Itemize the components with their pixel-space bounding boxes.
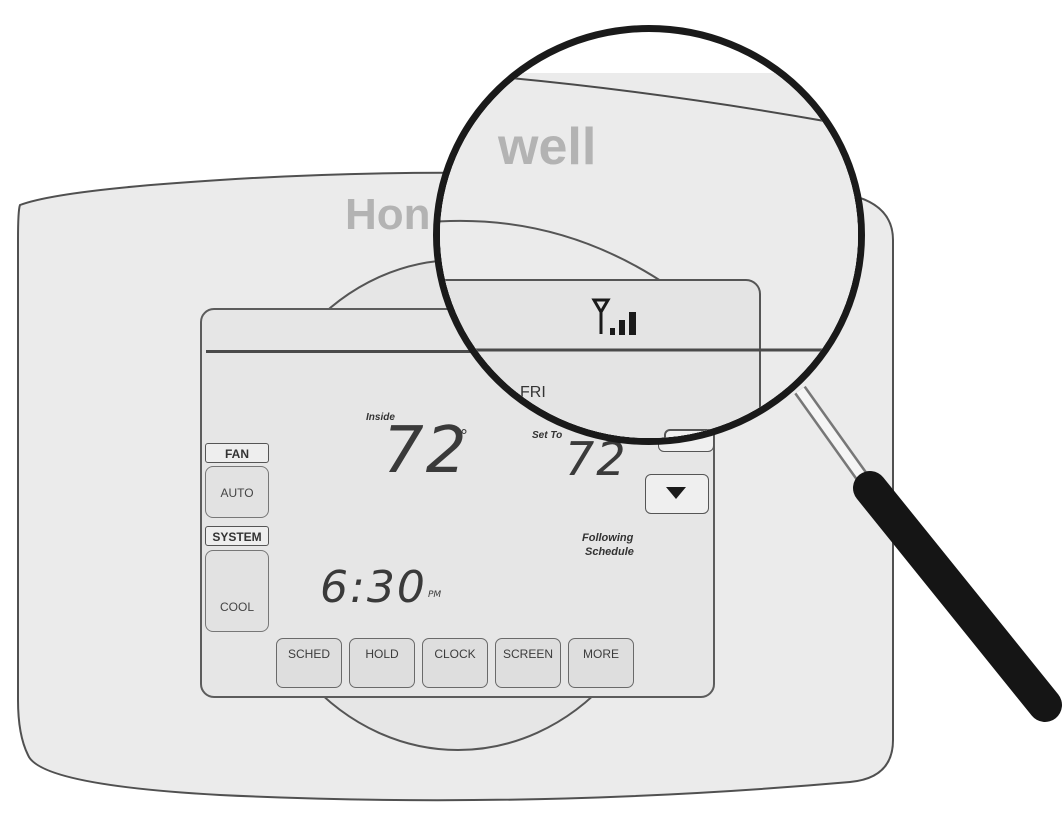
down-arrow-icon [666, 487, 686, 499]
temp-down-button[interactable] [645, 474, 709, 514]
fan-auto-button[interactable]: AUTO [205, 466, 269, 518]
magnifier-lens: well FRI [433, 25, 865, 445]
fan-label: FAN [205, 443, 269, 463]
status-schedule: Schedule [585, 546, 634, 558]
wifi-signal-icon [591, 298, 636, 335]
system-cool-button[interactable]: COOL [205, 550, 269, 632]
hold-button[interactable]: HOLD [349, 638, 415, 688]
clock-ampm: PM [428, 590, 442, 600]
day-label: FRI [520, 384, 546, 401]
status-following: Following [582, 532, 634, 544]
clock-time: 6:30 [320, 562, 427, 613]
system-label: SYSTEM [205, 526, 269, 546]
brand-logo: Hon [345, 190, 431, 239]
more-button[interactable]: MORE [568, 638, 634, 688]
screen-button[interactable]: SCREEN [495, 638, 561, 688]
clock-button[interactable]: CLOCK [422, 638, 488, 688]
sched-button[interactable]: SCHED [276, 638, 342, 688]
brand-logo-magnified: well [498, 118, 597, 176]
